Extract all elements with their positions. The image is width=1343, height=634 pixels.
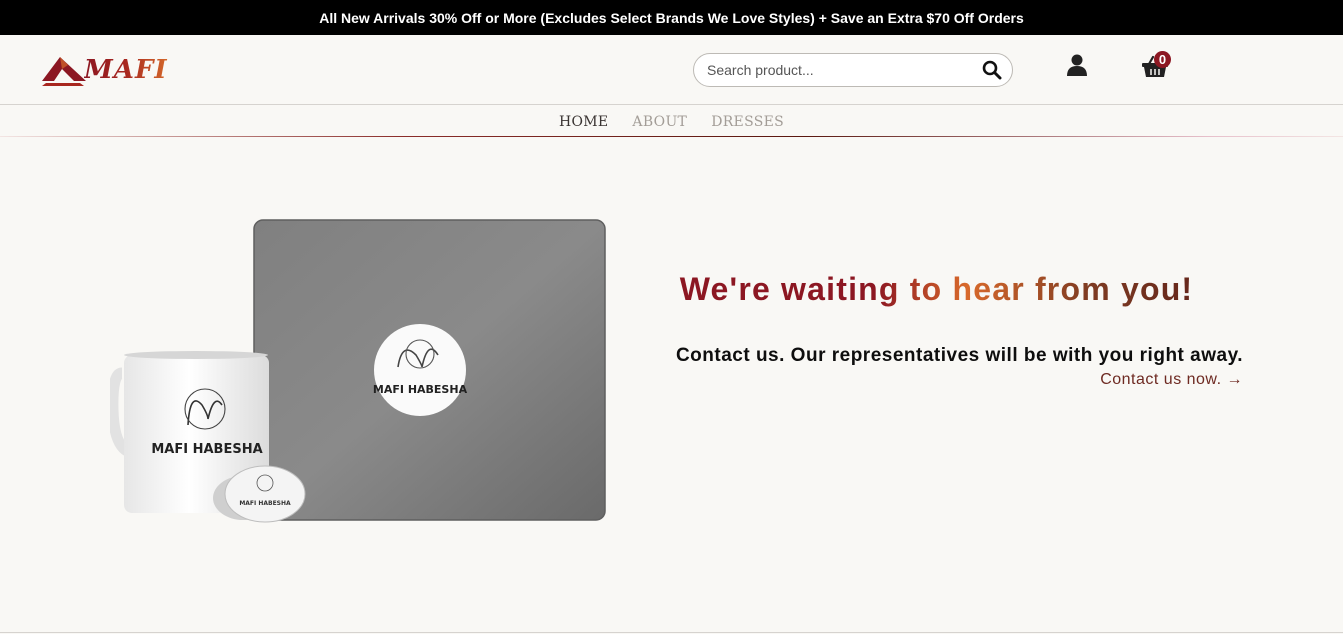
- search-input[interactable]: [707, 62, 982, 78]
- nav-dresses[interactable]: DRESSES: [711, 112, 784, 130]
- search-icon[interactable]: [982, 60, 1002, 80]
- cart-button[interactable]: 0: [1142, 51, 1174, 79]
- hero-product-image: MAFI HABESHA MAFI HABESHA MAFI HABESHA: [110, 219, 606, 523]
- logo-wordmark: MAFI: [84, 55, 168, 85]
- nav-divider: [0, 136, 1343, 137]
- user-icon[interactable]: [1067, 54, 1087, 77]
- search-box: [693, 53, 1013, 87]
- main-nav: HOME ABOUT DRESSES: [0, 105, 1343, 137]
- mug-brand-text: MAFI HABESHA: [151, 442, 262, 457]
- pin-brand-text: MAFI HABESHA: [239, 500, 291, 507]
- brand-logo[interactable]: MAFI: [40, 51, 176, 89]
- footer-divider: [0, 632, 1343, 633]
- sticker-brand-text: MAFI HABESHA: [373, 383, 468, 396]
- promo-banner: All New Arrivals 30% Off or More (Exclud…: [0, 0, 1343, 35]
- contact-us-link[interactable]: Contact us now. →: [630, 371, 1243, 389]
- hero-subtext: Contact us. Our representatives will be …: [675, 345, 1243, 366]
- site-header: MAFI 0: [0, 35, 1343, 105]
- promo-text: All New Arrivals 30% Off or More (Exclud…: [319, 9, 1024, 26]
- nav-about[interactable]: ABOUT: [632, 112, 687, 130]
- nav-home[interactable]: HOME: [559, 112, 608, 130]
- logo-mark-icon: [42, 57, 86, 86]
- hero-headline: We're waiting to hear from you!: [630, 268, 1243, 310]
- cart-count-badge: 0: [1154, 51, 1171, 68]
- hero-content: We're waiting to hear from you! Contact …: [630, 268, 1243, 389]
